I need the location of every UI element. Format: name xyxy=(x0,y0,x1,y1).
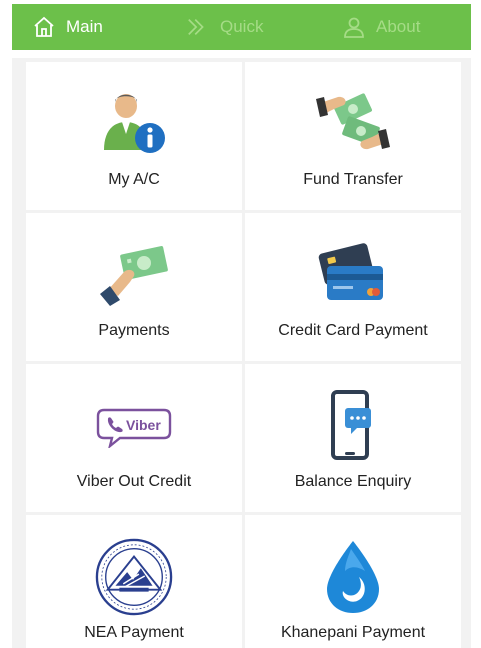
phone-message-icon xyxy=(313,386,393,466)
tile-label: My A/C xyxy=(108,171,160,188)
tile-label: Balance Enquiry xyxy=(294,473,412,490)
double-chevron-right-icon xyxy=(186,15,210,39)
tile-label: Payments xyxy=(98,322,170,339)
tile-viber-out-credit[interactable]: Viber Viber Out Credit xyxy=(26,364,242,512)
nea-seal-icon xyxy=(94,537,174,617)
tile-label: NEA Payment xyxy=(84,624,184,641)
tab-quick-label: Quick xyxy=(220,17,264,36)
cash-payment-icon xyxy=(94,235,174,315)
credit-card-icon xyxy=(313,235,393,315)
tab-main[interactable]: Main xyxy=(32,4,103,50)
tile-payments[interactable]: Payments xyxy=(26,213,242,361)
viber-logo-icon: Viber xyxy=(94,386,174,466)
money-hand-transfer-icon xyxy=(313,84,393,164)
top-tab-bar: Main Quick About xyxy=(12,4,471,50)
services-panel: My A/C Fund Transfer Payments Credit Car… xyxy=(12,58,471,648)
tile-label: Credit Card Payment xyxy=(278,322,428,339)
person-icon xyxy=(342,15,366,39)
tab-main-label: Main xyxy=(66,17,103,36)
tile-label: Khanepani Payment xyxy=(280,624,426,641)
tab-about[interactable]: About xyxy=(342,4,420,50)
home-icon xyxy=(32,15,56,39)
user-info-icon xyxy=(94,84,174,164)
water-drop-icon xyxy=(313,537,393,617)
tile-balance-enquiry[interactable]: Balance Enquiry xyxy=(245,364,461,512)
tile-my-account[interactable]: My A/C xyxy=(26,62,242,210)
tile-khanepani-payment[interactable]: Khanepani Payment xyxy=(245,515,461,648)
services-grid: My A/C Fund Transfer Payments Credit Car… xyxy=(26,62,461,648)
app-screen: Main Quick About My A/C Fund Transfer Pa… xyxy=(0,0,481,648)
tile-label: Fund Transfer xyxy=(303,171,403,188)
tab-quick[interactable]: Quick xyxy=(186,4,263,50)
tile-credit-card-payment[interactable]: Credit Card Payment xyxy=(245,213,461,361)
tile-fund-transfer[interactable]: Fund Transfer xyxy=(245,62,461,210)
tile-nea-payment[interactable]: NEA Payment xyxy=(26,515,242,648)
tile-label: Viber Out Credit xyxy=(76,473,192,490)
tab-about-label: About xyxy=(376,17,421,36)
viber-logo-text: Viber xyxy=(126,417,161,433)
